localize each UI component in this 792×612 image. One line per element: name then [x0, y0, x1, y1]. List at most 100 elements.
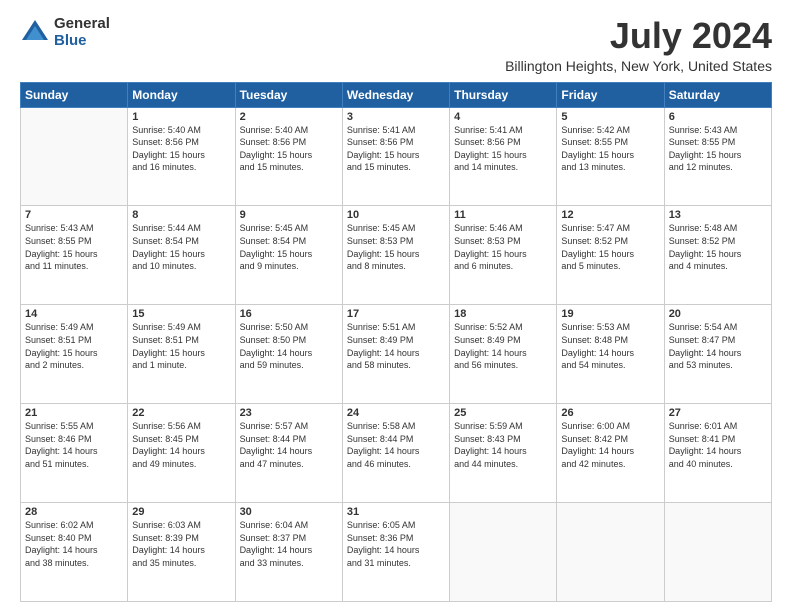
day-info: Sunrise: 5:41 AMSunset: 8:56 PMDaylight:… — [347, 124, 445, 174]
logo-general: General — [54, 16, 110, 33]
cell-w1-d6: 6Sunrise: 5:43 AMSunset: 8:55 PMDaylight… — [664, 107, 771, 206]
header-saturday: Saturday — [664, 82, 771, 107]
cell-w3-d2: 16Sunrise: 5:50 AMSunset: 8:50 PMDayligh… — [235, 305, 342, 404]
day-number: 26 — [561, 407, 659, 419]
header-friday: Friday — [557, 82, 664, 107]
header-monday: Monday — [128, 82, 235, 107]
day-info: Sunrise: 5:58 AMSunset: 8:44 PMDaylight:… — [347, 420, 445, 470]
day-number: 29 — [132, 506, 230, 518]
day-number: 11 — [454, 209, 552, 221]
week-row-3: 14Sunrise: 5:49 AMSunset: 8:51 PMDayligh… — [21, 305, 772, 404]
day-info: Sunrise: 6:03 AMSunset: 8:39 PMDaylight:… — [132, 519, 230, 569]
day-number: 18 — [454, 308, 552, 320]
page: General Blue July 2024 Billington Height… — [0, 0, 792, 612]
day-number: 22 — [132, 407, 230, 419]
cell-w5-d1: 29Sunrise: 6:03 AMSunset: 8:39 PMDayligh… — [128, 503, 235, 602]
calendar-header: Sunday Monday Tuesday Wednesday Thursday… — [21, 82, 772, 107]
day-number: 19 — [561, 308, 659, 320]
day-number: 8 — [132, 209, 230, 221]
cell-w2-d2: 9Sunrise: 5:45 AMSunset: 8:54 PMDaylight… — [235, 206, 342, 305]
day-info: Sunrise: 5:48 AMSunset: 8:52 PMDaylight:… — [669, 222, 767, 272]
day-info: Sunrise: 5:44 AMSunset: 8:54 PMDaylight:… — [132, 222, 230, 272]
cell-w2-d3: 10Sunrise: 5:45 AMSunset: 8:53 PMDayligh… — [342, 206, 449, 305]
cell-w4-d6: 27Sunrise: 6:01 AMSunset: 8:41 PMDayligh… — [664, 404, 771, 503]
day-number: 3 — [347, 111, 445, 123]
day-number: 28 — [25, 506, 123, 518]
logo-icon — [20, 18, 50, 48]
header-wednesday: Wednesday — [342, 82, 449, 107]
day-info: Sunrise: 5:40 AMSunset: 8:56 PMDaylight:… — [240, 124, 338, 174]
cell-w5-d5 — [557, 503, 664, 602]
day-number: 10 — [347, 209, 445, 221]
day-number: 31 — [347, 506, 445, 518]
header-sunday: Sunday — [21, 82, 128, 107]
cell-w2-d5: 12Sunrise: 5:47 AMSunset: 8:52 PMDayligh… — [557, 206, 664, 305]
day-number: 15 — [132, 308, 230, 320]
day-info: Sunrise: 5:43 AMSunset: 8:55 PMDaylight:… — [669, 124, 767, 174]
week-row-1: 1Sunrise: 5:40 AMSunset: 8:56 PMDaylight… — [21, 107, 772, 206]
cell-w1-d2: 2Sunrise: 5:40 AMSunset: 8:56 PMDaylight… — [235, 107, 342, 206]
day-number: 30 — [240, 506, 338, 518]
cell-w1-d4: 4Sunrise: 5:41 AMSunset: 8:56 PMDaylight… — [450, 107, 557, 206]
week-row-5: 28Sunrise: 6:02 AMSunset: 8:40 PMDayligh… — [21, 503, 772, 602]
cell-w1-d3: 3Sunrise: 5:41 AMSunset: 8:56 PMDaylight… — [342, 107, 449, 206]
cell-w5-d2: 30Sunrise: 6:04 AMSunset: 8:37 PMDayligh… — [235, 503, 342, 602]
day-info: Sunrise: 5:45 AMSunset: 8:54 PMDaylight:… — [240, 222, 338, 272]
day-info: Sunrise: 5:45 AMSunset: 8:53 PMDaylight:… — [347, 222, 445, 272]
week-row-2: 7Sunrise: 5:43 AMSunset: 8:55 PMDaylight… — [21, 206, 772, 305]
day-info: Sunrise: 5:54 AMSunset: 8:47 PMDaylight:… — [669, 321, 767, 371]
day-number: 9 — [240, 209, 338, 221]
calendar-table: Sunday Monday Tuesday Wednesday Thursday… — [20, 82, 772, 602]
subtitle: Billington Heights, New York, United Sta… — [505, 58, 772, 74]
cell-w5-d0: 28Sunrise: 6:02 AMSunset: 8:40 PMDayligh… — [21, 503, 128, 602]
day-number: 20 — [669, 308, 767, 320]
day-info: Sunrise: 5:40 AMSunset: 8:56 PMDaylight:… — [132, 124, 230, 174]
cell-w4-d3: 24Sunrise: 5:58 AMSunset: 8:44 PMDayligh… — [342, 404, 449, 503]
cell-w2-d6: 13Sunrise: 5:48 AMSunset: 8:52 PMDayligh… — [664, 206, 771, 305]
cell-w4-d0: 21Sunrise: 5:55 AMSunset: 8:46 PMDayligh… — [21, 404, 128, 503]
day-number: 6 — [669, 111, 767, 123]
cell-w1-d5: 5Sunrise: 5:42 AMSunset: 8:55 PMDaylight… — [557, 107, 664, 206]
cell-w5-d3: 31Sunrise: 6:05 AMSunset: 8:36 PMDayligh… — [342, 503, 449, 602]
day-number: 25 — [454, 407, 552, 419]
day-number: 16 — [240, 308, 338, 320]
cell-w4-d4: 25Sunrise: 5:59 AMSunset: 8:43 PMDayligh… — [450, 404, 557, 503]
day-info: Sunrise: 5:47 AMSunset: 8:52 PMDaylight:… — [561, 222, 659, 272]
day-info: Sunrise: 6:01 AMSunset: 8:41 PMDaylight:… — [669, 420, 767, 470]
day-info: Sunrise: 5:50 AMSunset: 8:50 PMDaylight:… — [240, 321, 338, 371]
day-number: 2 — [240, 111, 338, 123]
cell-w2-d1: 8Sunrise: 5:44 AMSunset: 8:54 PMDaylight… — [128, 206, 235, 305]
day-number: 23 — [240, 407, 338, 419]
day-info: Sunrise: 6:05 AMSunset: 8:36 PMDaylight:… — [347, 519, 445, 569]
cell-w3-d0: 14Sunrise: 5:49 AMSunset: 8:51 PMDayligh… — [21, 305, 128, 404]
header-row: Sunday Monday Tuesday Wednesday Thursday… — [21, 82, 772, 107]
day-number: 5 — [561, 111, 659, 123]
day-info: Sunrise: 5:46 AMSunset: 8:53 PMDaylight:… — [454, 222, 552, 272]
title-section: July 2024 Billington Heights, New York, … — [505, 16, 772, 74]
day-info: Sunrise: 5:56 AMSunset: 8:45 PMDaylight:… — [132, 420, 230, 470]
day-number: 27 — [669, 407, 767, 419]
logo: General Blue — [20, 16, 110, 49]
day-info: Sunrise: 6:02 AMSunset: 8:40 PMDaylight:… — [25, 519, 123, 569]
day-number: 12 — [561, 209, 659, 221]
cell-w4-d1: 22Sunrise: 5:56 AMSunset: 8:45 PMDayligh… — [128, 404, 235, 503]
day-info: Sunrise: 5:51 AMSunset: 8:49 PMDaylight:… — [347, 321, 445, 371]
day-info: Sunrise: 5:59 AMSunset: 8:43 PMDaylight:… — [454, 420, 552, 470]
day-info: Sunrise: 5:49 AMSunset: 8:51 PMDaylight:… — [25, 321, 123, 371]
main-title: July 2024 — [505, 16, 772, 56]
day-info: Sunrise: 5:55 AMSunset: 8:46 PMDaylight:… — [25, 420, 123, 470]
logo-text: General Blue — [54, 16, 110, 49]
day-number: 14 — [25, 308, 123, 320]
header: General Blue July 2024 Billington Height… — [20, 16, 772, 74]
header-tuesday: Tuesday — [235, 82, 342, 107]
cell-w3-d5: 19Sunrise: 5:53 AMSunset: 8:48 PMDayligh… — [557, 305, 664, 404]
cell-w2-d4: 11Sunrise: 5:46 AMSunset: 8:53 PMDayligh… — [450, 206, 557, 305]
cell-w5-d4 — [450, 503, 557, 602]
cell-w2-d0: 7Sunrise: 5:43 AMSunset: 8:55 PMDaylight… — [21, 206, 128, 305]
logo-blue: Blue — [54, 33, 110, 50]
week-row-4: 21Sunrise: 5:55 AMSunset: 8:46 PMDayligh… — [21, 404, 772, 503]
header-thursday: Thursday — [450, 82, 557, 107]
day-info: Sunrise: 5:57 AMSunset: 8:44 PMDaylight:… — [240, 420, 338, 470]
day-info: Sunrise: 6:04 AMSunset: 8:37 PMDaylight:… — [240, 519, 338, 569]
day-number: 24 — [347, 407, 445, 419]
